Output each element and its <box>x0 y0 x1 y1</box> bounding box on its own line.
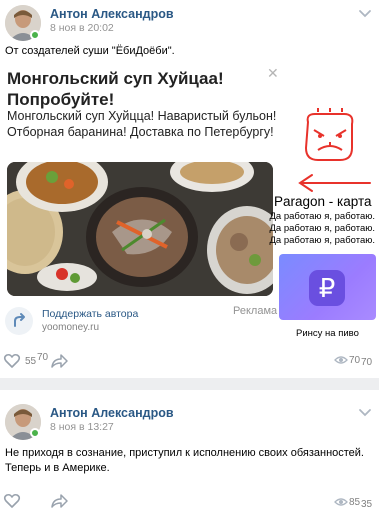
ad-image[interactable] <box>7 162 273 296</box>
arrow-left-icon <box>298 174 371 192</box>
paragon-card[interactable]: ₽ <box>279 254 376 320</box>
post-date[interactable]: 8 ноя в 20:02 <box>50 22 114 34</box>
paragon-title: Paragon - карта <box>274 194 372 209</box>
support-domain: yoomoney.ru <box>42 322 100 333</box>
chevron-down-icon[interactable] <box>358 408 372 418</box>
close-icon[interactable]: ✕ <box>267 66 279 80</box>
post-text-line2: Теперь и в Америке. <box>5 462 110 474</box>
views-count: 70 <box>349 355 361 366</box>
support-icon[interactable] <box>5 307 33 335</box>
support-author-link[interactable]: Поддержать автора <box>42 308 138 320</box>
views-icon <box>334 356 348 364</box>
ruble-icon: ₽ <box>309 270 345 306</box>
chevron-down-icon[interactable] <box>358 9 372 19</box>
paragon-line: Да работаю я, работаю. <box>269 211 375 222</box>
post-author[interactable]: Антон Александров <box>50 406 174 420</box>
like-count-overlay: 70 <box>37 352 49 363</box>
views-icon <box>334 498 348 506</box>
paragon-caption: Ринсу на пиво <box>296 328 359 339</box>
ad-description-line2: Отборная баранина! Доставка по Петербург… <box>7 125 274 139</box>
views-count-overlay: 70 <box>361 357 373 368</box>
online-status-icon <box>30 30 40 40</box>
ad-description: Монгольский суп Хуйцца! Наваристый бульо… <box>7 109 277 123</box>
like-count[interactable]: 55 <box>25 356 36 367</box>
ad-title[interactable]: Монгольский суп Хуйцаа! <box>7 68 224 89</box>
post-text: Не приходя в сознание, приступил к испол… <box>5 447 364 459</box>
paragon-line: Да работаю я, работаю. <box>269 223 375 234</box>
ad-title-line2[interactable]: Попробуйте! <box>7 89 114 110</box>
like-icon[interactable] <box>3 492 21 510</box>
online-status-icon <box>30 428 40 438</box>
views-count-overlay: 35 <box>361 499 373 510</box>
share-icon[interactable] <box>50 492 68 510</box>
post-date[interactable]: 8 ноя в 13:27 <box>50 421 114 433</box>
post-text: От создателей суши "ЁбиДоёби". <box>5 45 175 57</box>
views-count: 85 <box>349 497 361 508</box>
post-author[interactable]: Антон Александров <box>50 7 174 21</box>
doodle-face-icon <box>304 108 354 161</box>
paragon-lines: Да работаю я, работаю. Да работаю я, раб… <box>269 211 375 247</box>
share-icon[interactable] <box>50 352 68 370</box>
ad-mark: Реклама <box>233 305 278 317</box>
like-icon[interactable] <box>3 352 21 370</box>
paragon-line: Да работаю я, работаю. <box>269 235 375 246</box>
post-separator <box>0 378 379 390</box>
